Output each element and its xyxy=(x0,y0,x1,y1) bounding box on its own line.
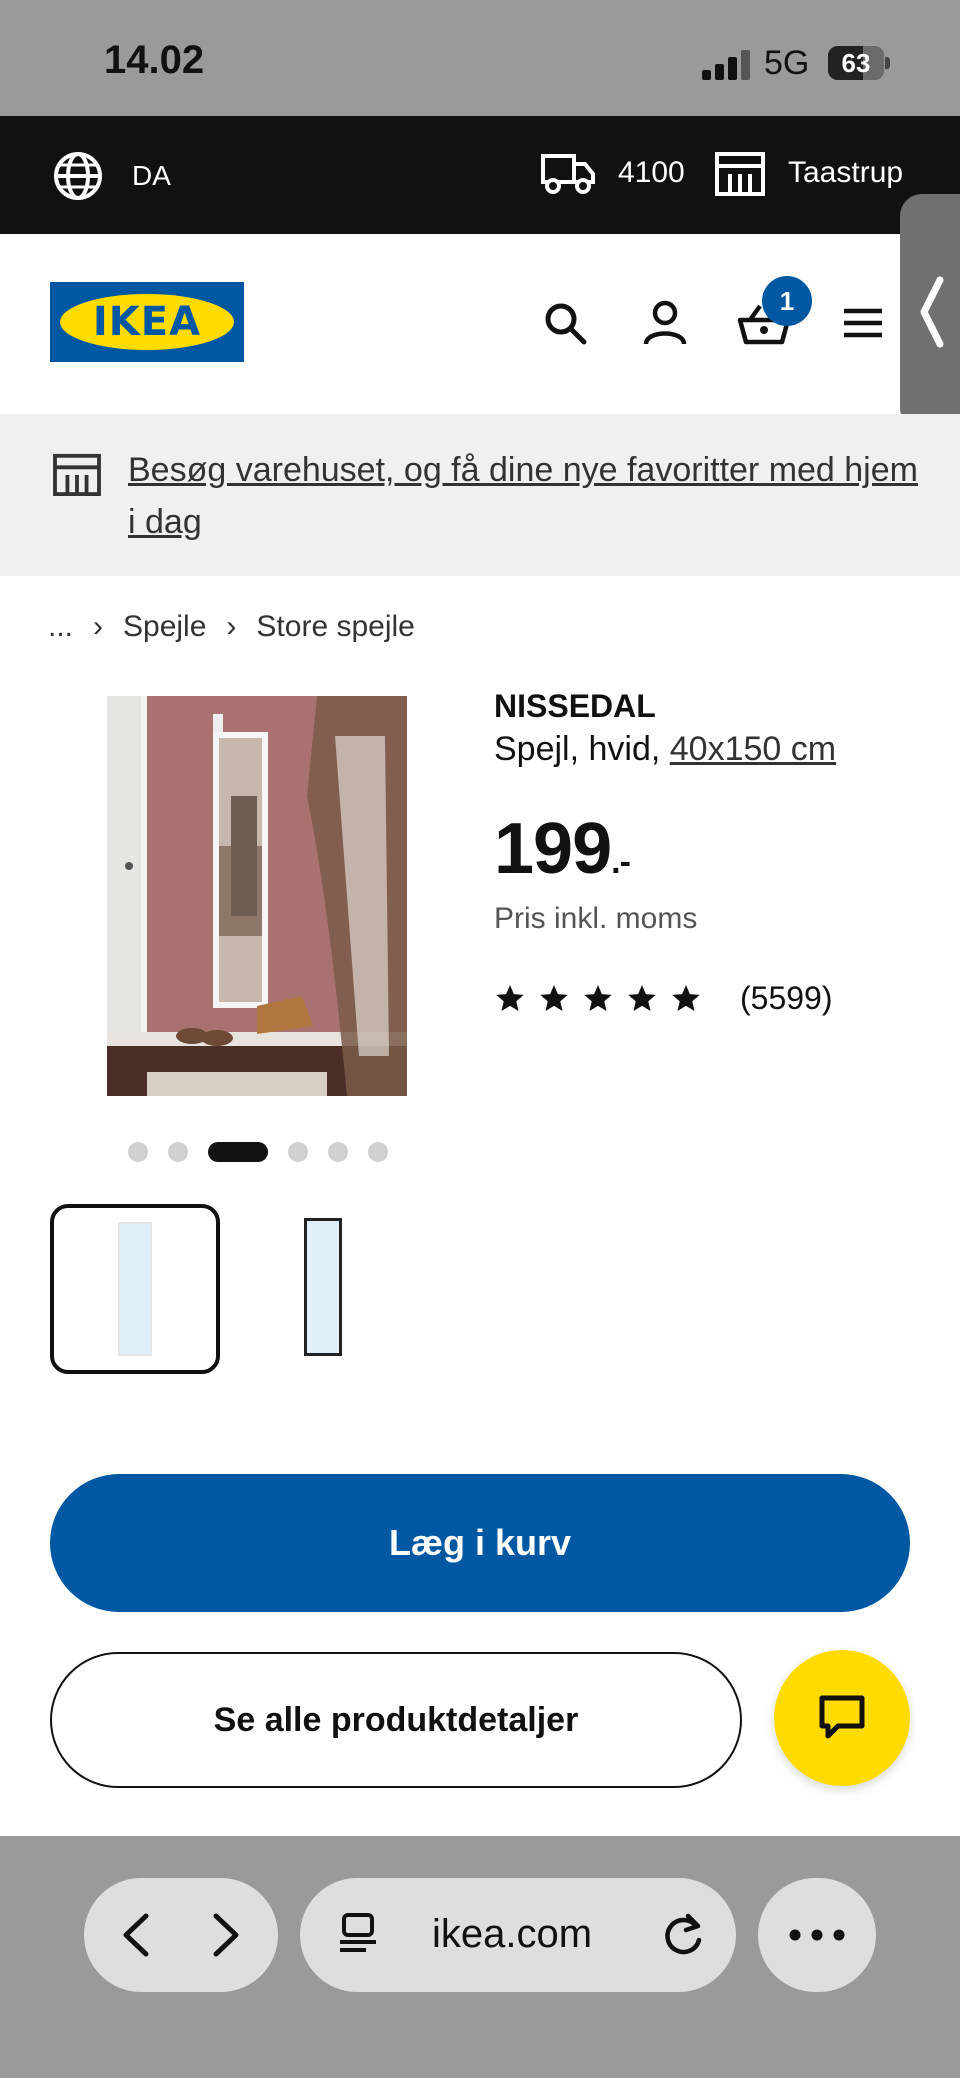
carousel-dot[interactable] xyxy=(128,1142,148,1162)
price-suffix: .- xyxy=(611,843,631,881)
store-icon xyxy=(715,152,765,196)
menu-icon[interactable] xyxy=(838,298,888,348)
status-time: 14.02 xyxy=(104,38,205,82)
utility-bar: DA 4100 Taastrup xyxy=(0,116,960,234)
site-header: IKEA 1 xyxy=(0,234,960,414)
delivery-postal-code[interactable]: 4100 xyxy=(540,150,685,196)
product-type: Spejl, hvid, xyxy=(494,730,670,768)
more-icon xyxy=(789,1929,845,1941)
forward-arrow-icon[interactable] xyxy=(208,1912,244,1958)
product-rating[interactable]: (5599) xyxy=(494,980,833,1017)
search-icon[interactable] xyxy=(540,298,590,348)
chevron-left-icon xyxy=(920,276,944,348)
battery-level: 63 xyxy=(841,48,871,78)
logo-text: IKEA xyxy=(92,299,202,345)
reload-icon[interactable] xyxy=(660,1912,706,1958)
carousel-dot[interactable] xyxy=(168,1142,188,1162)
ikea-logo[interactable]: IKEA xyxy=(50,282,244,362)
product-image[interactable] xyxy=(107,696,407,1096)
url-text: ikea.com xyxy=(432,1912,593,1956)
store-visit-banner: Besøg varehuset, og få dine nye favoritt… xyxy=(0,414,960,576)
breadcrumb-item-spejle[interactable]: Spejle xyxy=(123,610,206,644)
breadcrumb-item-store-spejle[interactable]: Store spejle xyxy=(256,610,414,644)
chat-button[interactable] xyxy=(774,1650,910,1786)
network-type: 5G xyxy=(764,44,810,82)
variant-thumbnail-black[interactable] xyxy=(224,1204,394,1374)
truck-icon xyxy=(541,154,595,194)
breadcrumb-ellipsis[interactable]: ... xyxy=(48,610,73,644)
globe-icon xyxy=(54,152,102,200)
status-bar: 14.02 5G 63 xyxy=(0,0,960,116)
user-icon[interactable] xyxy=(640,298,690,348)
back-arrow-icon[interactable] xyxy=(118,1912,154,1958)
language-selector[interactable]: DA xyxy=(52,150,171,202)
product-name: NISSEDAL xyxy=(494,688,656,724)
store-selector[interactable]: Taastrup xyxy=(714,150,903,196)
star-icon xyxy=(628,984,656,1011)
store-name: Taastrup xyxy=(788,156,904,189)
price-note: Pris inkl. moms xyxy=(494,902,698,935)
cart-count-badge: 1 xyxy=(762,276,812,326)
variant-thumbnail-white[interactable] xyxy=(50,1204,220,1374)
address-bar[interactable]: ikea.com xyxy=(300,1878,736,1992)
product-price: 199.- xyxy=(494,808,631,890)
product-page: ... › Spejle › Store spejle NISSEDAL Spe… xyxy=(0,576,960,1836)
tab-overview-icon[interactable] xyxy=(336,1912,380,1958)
review-count: (5599) xyxy=(740,980,833,1016)
carousel-dot[interactable] xyxy=(368,1142,388,1162)
postal-code: 4100 xyxy=(618,156,685,189)
browser-toolbar: ikea.com xyxy=(0,1836,960,2078)
carousel-dot[interactable] xyxy=(288,1142,308,1162)
chevron-right-icon: › xyxy=(226,610,237,643)
battery-icon: 63 xyxy=(828,46,890,80)
browser-nav-group xyxy=(84,1878,278,1992)
carousel-dot[interactable] xyxy=(208,1142,268,1162)
product-description: Spejl, hvid, 40x150 cm xyxy=(494,730,836,769)
breadcrumb: ... › Spejle › Store spejle xyxy=(48,610,415,644)
star-icon xyxy=(584,984,612,1011)
signal-icon xyxy=(702,50,750,80)
star-icon xyxy=(496,984,524,1011)
chat-icon xyxy=(819,1695,865,1739)
chevron-right-icon: › xyxy=(93,610,104,643)
more-options-button[interactable] xyxy=(758,1878,876,1992)
side-panel-tab[interactable] xyxy=(900,194,960,430)
store-visit-link[interactable]: Besøg varehuset, og få dine nye favoritt… xyxy=(128,444,918,548)
add-to-cart-button[interactable]: Læg i kurv xyxy=(50,1474,910,1612)
all-product-details-button[interactable]: Se alle produktdetaljer xyxy=(50,1652,742,1788)
product-size-link[interactable]: 40x150 cm xyxy=(670,730,836,768)
language-label: DA xyxy=(132,160,171,191)
star-icon xyxy=(672,984,700,1011)
carousel-dot[interactable] xyxy=(328,1142,348,1162)
price-value: 199 xyxy=(494,809,612,889)
carousel-indicators xyxy=(128,1142,408,1162)
store-icon xyxy=(53,453,101,496)
star-icon xyxy=(540,984,568,1011)
rating-stars xyxy=(494,983,714,1015)
